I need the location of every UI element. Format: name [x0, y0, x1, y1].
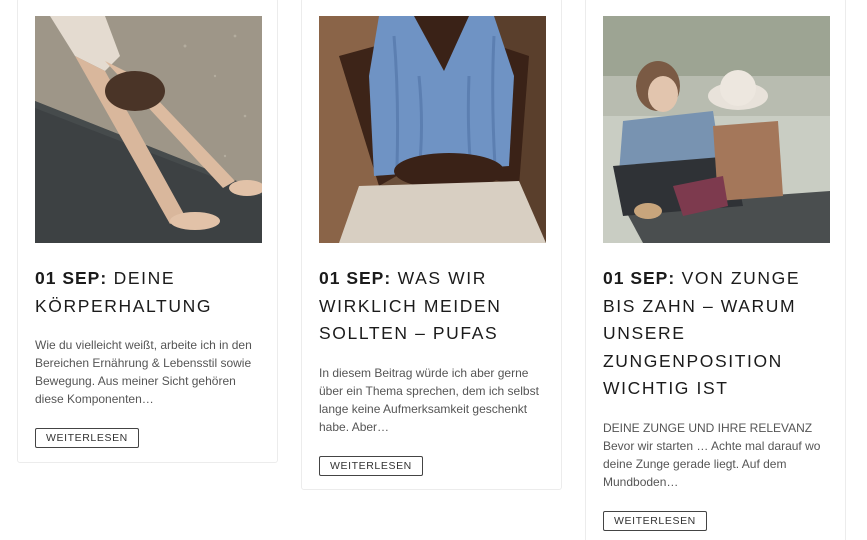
- post-title[interactable]: 01 SEP: DEINE KÖRPERHALTUNG: [35, 265, 260, 320]
- post-excerpt: DEINE ZUNGE UND IHRE RELEVANZ Bevor wir …: [603, 420, 821, 489]
- blog-card: 01 SEP: VON ZUNGE BIS ZAHN – WARUM UNSER…: [585, 0, 846, 540]
- read-more-button[interactable]: WEITERLESEN: [603, 510, 707, 531]
- blog-post-grid: 01 SEP: DEINE KÖRPERHALTUNG Wie du viell…: [0, 0, 867, 540]
- post-excerpt: Wie du vielleicht weißt, arbeite ich in …: [35, 338, 252, 406]
- post-title[interactable]: 01 SEP: WAS WIR WIRKLICH MEIDEN SOLLTEN …: [319, 265, 544, 348]
- post-date: 01 SEP:: [319, 268, 392, 288]
- post-image-mother-child[interactable]: [603, 16, 830, 243]
- post-image-sweater[interactable]: [319, 16, 546, 243]
- post-title[interactable]: 01 SEP: VON ZUNGE BIS ZAHN – WARUM UNSER…: [603, 265, 828, 403]
- post-date: 01 SEP:: [603, 268, 676, 288]
- blog-card: 01 SEP: DEINE KÖRPERHALTUNG Wie du viell…: [17, 0, 278, 463]
- post-image-yoga[interactable]: [35, 16, 262, 243]
- read-more-button[interactable]: WEITERLESEN: [35, 428, 139, 448]
- post-excerpt: In diesem Beitrag würde ich aber gerne ü…: [319, 365, 539, 434]
- read-more-button[interactable]: WEITERLESEN: [319, 455, 423, 476]
- blog-card: 01 SEP: WAS WIR WIRKLICH MEIDEN SOLLTEN …: [301, 0, 562, 490]
- post-date: 01 SEP:: [35, 268, 108, 288]
